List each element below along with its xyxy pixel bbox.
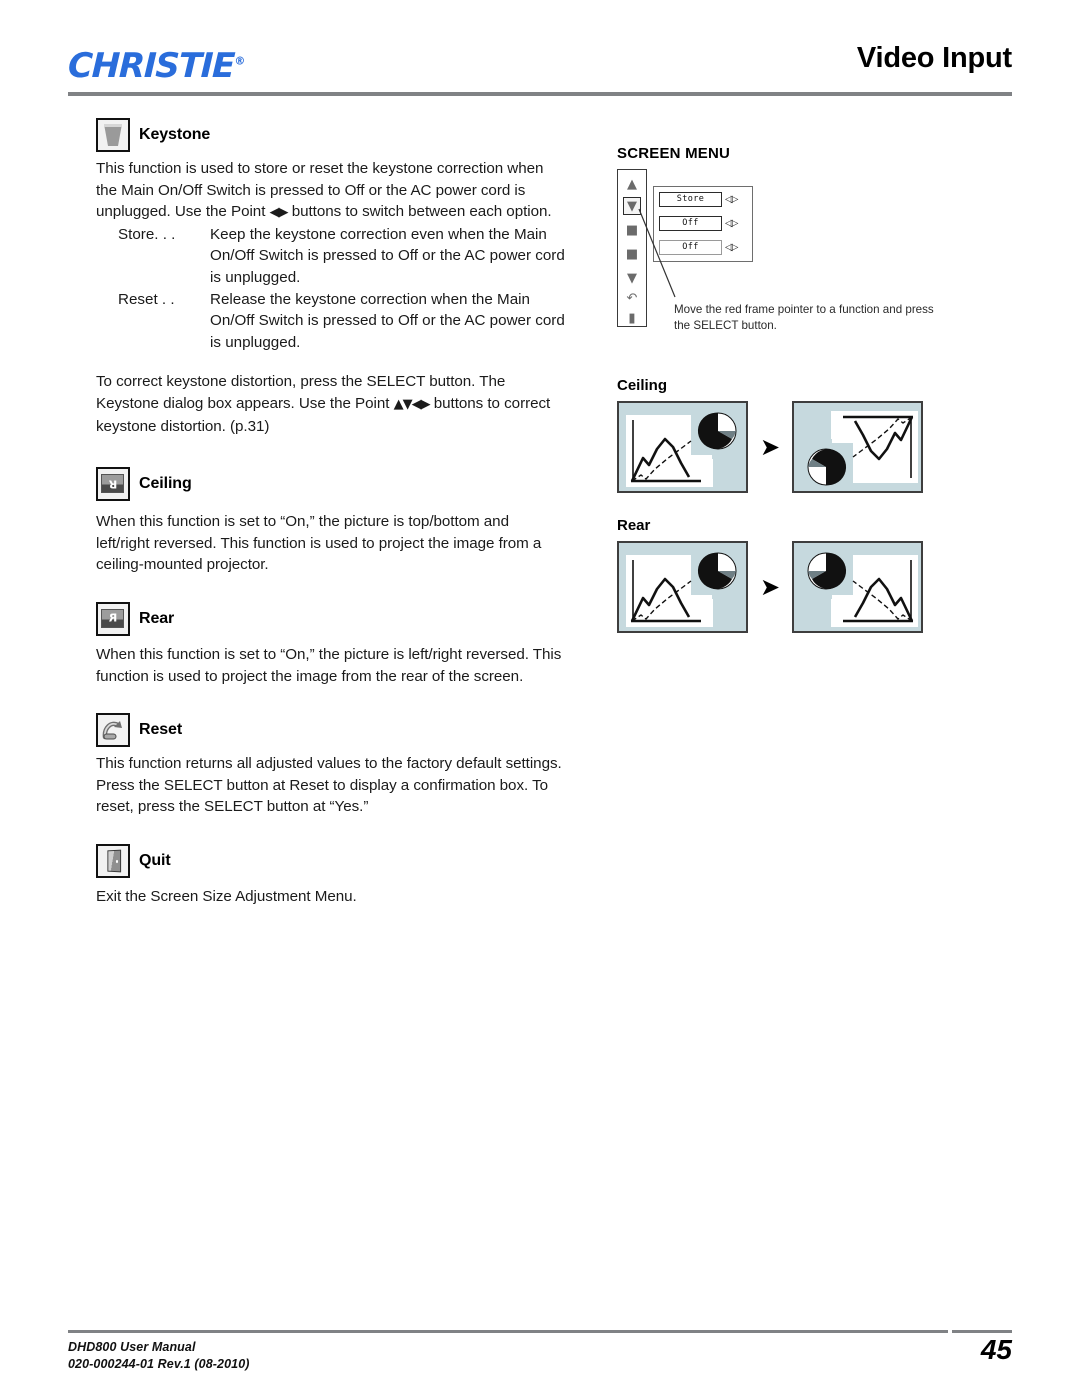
- rear-before-graphic: [630, 547, 745, 623]
- osd-row-store[interactable]: Store ◁▷: [659, 191, 749, 207]
- footer-document-number: 020-000244-01 Rev.1 (08-2010): [68, 1357, 250, 1371]
- section-title-rear: Rear: [139, 609, 175, 627]
- ceiling-before-panel: [617, 401, 748, 493]
- rear-screen-icon[interactable]: ■: [623, 245, 641, 263]
- osd-adjuster-arrows-icon[interactable]: ◁▷: [725, 194, 738, 205]
- keystone-closing-paragraph: To correct keystone distortion, press th…: [96, 371, 566, 437]
- rear-illustration-pair: ➤: [617, 541, 924, 633]
- section-heading-reset: Reset: [96, 713, 566, 748]
- keystone-option-store: Store. . . Keep the keystone correction …: [118, 224, 566, 289]
- osd-value-panel: Store ◁▷ Off ◁▷ Off ◁▷: [653, 186, 753, 262]
- section-title-reset: Reset: [139, 721, 183, 739]
- keystone-option-list: Store. . . Keep the keystone correction …: [118, 224, 566, 354]
- footer-divider-right: [952, 1330, 1012, 1333]
- osd-adjuster-arrows-icon[interactable]: ◁▷: [725, 242, 738, 253]
- christie-logo: CHRISTIE®: [67, 46, 246, 86]
- transform-arrow-icon: ➤: [760, 433, 781, 461]
- osd-adjuster-arrows-icon[interactable]: ◁▷: [725, 218, 738, 229]
- section-heading-rear: R Rear: [96, 601, 566, 636]
- keystone-option-reset: Reset . . Release the keystone correctio…: [118, 289, 566, 354]
- section-title-ceiling: Ceiling: [139, 475, 192, 493]
- reset-arrow-icon: [96, 713, 130, 748]
- footer-manual-name: DHD800 User Manual: [68, 1340, 196, 1354]
- option-description: Release the keystone correction when the…: [210, 290, 565, 351]
- up-triangle-icon[interactable]: ▲: [623, 175, 641, 193]
- option-term: Reset . .: [118, 290, 175, 308]
- option-term: Store. . .: [118, 225, 176, 243]
- footer-divider-left: [68, 1330, 948, 1333]
- screen-menu-caption: Move the red frame pointer to a function…: [674, 303, 934, 332]
- keystone-intro-tail: buttons to switch between each option.: [287, 203, 552, 221]
- keystone-intro-paragraph: This function is used to store or reset …: [96, 158, 566, 224]
- rear-before-panel: [617, 541, 748, 633]
- logo-wordmark: CHRISTIE: [67, 46, 235, 86]
- ceiling-illustration-block: Ceiling ➤: [617, 377, 924, 493]
- quit-door-icon: [96, 843, 130, 878]
- rear-illustration-block: Rear ➤: [617, 517, 924, 633]
- rear-body-paragraph: When this function is set to “On,” the p…: [96, 645, 562, 685]
- left-content-column: Keystone This function is used to store …: [96, 118, 566, 907]
- osd-icon-rail: ▲ ▼ ■ ■ ▼ ↶ ▮: [617, 169, 647, 327]
- rear-illustration-title: Rear: [617, 517, 651, 534]
- down-triangle-icon[interactable]: ▼: [623, 269, 641, 287]
- ceiling-after-panel: [792, 401, 924, 493]
- point-left-right-icons: ◀▶: [269, 205, 289, 221]
- page-number: 45: [980, 1334, 1012, 1365]
- page-title: Video Input: [856, 42, 1012, 74]
- header-divider: [68, 92, 1012, 96]
- section-heading-quit: Quit: [96, 843, 566, 878]
- osd-row-ceiling[interactable]: Off ◁▷: [659, 215, 749, 231]
- section-heading-ceiling: R Ceiling: [96, 467, 566, 502]
- rear-after-panel: [792, 541, 924, 633]
- ceiling-screen-icon: R: [96, 467, 130, 502]
- reset-arrow-glyph: [102, 721, 122, 740]
- rear-after-graphic: [799, 547, 914, 623]
- osd-value-field[interactable]: Off: [659, 215, 722, 231]
- option-description: Keep the keystone correction even when t…: [210, 225, 565, 286]
- ceiling-body-paragraph: When this function is set to “On,” the p…: [96, 513, 542, 574]
- rear-screen-icon: R: [96, 601, 130, 636]
- keystone-trapezoid-icon[interactable]: ▼: [623, 197, 641, 215]
- transform-arrow-icon: ➤: [760, 573, 781, 601]
- osd-row-rear[interactable]: Off ◁▷: [659, 239, 749, 255]
- ceiling-illustration-pair: ➤: [617, 401, 924, 493]
- section-heading-keystone: Keystone: [96, 118, 566, 152]
- ceiling-before-graphic: [630, 407, 745, 483]
- keystone-trapezoid-icon: [96, 118, 130, 152]
- reset-body-paragraph: This function returns all adjusted value…: [96, 755, 562, 816]
- screen-menu-title: SCREEN MENU: [617, 145, 731, 162]
- osd-value-field[interactable]: Store: [659, 191, 722, 207]
- section-title-quit: Quit: [139, 851, 171, 869]
- quit-door-icon[interactable]: ▮: [623, 309, 641, 327]
- right-illustration-column: SCREEN MENU ▲ ▼ ■ ■ ▼ ↶ ▮ Store ◁▷ Off ◁…: [617, 145, 1017, 633]
- registered-mark: ®: [234, 54, 246, 68]
- quit-body-paragraph: Exit the Screen Size Adjustment Menu.: [96, 887, 357, 905]
- osd-value-field[interactable]: Off: [659, 239, 722, 255]
- ceiling-after-graphic: [799, 415, 914, 491]
- reset-arrow-icon[interactable]: ↶: [623, 289, 641, 307]
- ceiling-illustration-title: Ceiling: [617, 377, 668, 394]
- footer-manual-info: DHD800 User Manual 020-000244-01 Rev.1 (…: [68, 1339, 250, 1373]
- page-header: CHRISTIE® Video Input: [67, 38, 1012, 100]
- ceiling-screen-icon[interactable]: ■: [623, 221, 641, 239]
- point-four-direction-icons: ▲▼◀▶: [393, 396, 431, 412]
- section-title-keystone: Keystone: [139, 126, 211, 143]
